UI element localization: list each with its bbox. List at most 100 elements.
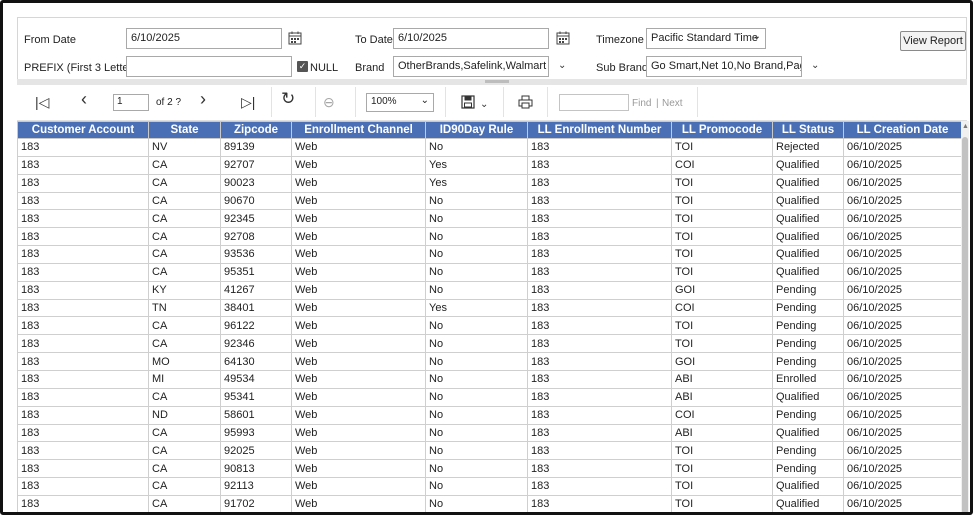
table-cell: Qualified [772, 191, 844, 211]
table-cell: 183 [527, 352, 672, 371]
table-cell: Web [291, 441, 426, 461]
last-page-icon[interactable]: ▷| [241, 94, 255, 110]
scroll-up-icon[interactable]: ▲ [962, 123, 969, 130]
table-cell: 183 [527, 441, 672, 461]
save-icon[interactable] [461, 95, 475, 109]
sub-brand-input[interactable]: Go Smart,Net 10,No Brand,Page P [646, 56, 802, 77]
find-link[interactable]: Find [632, 98, 651, 109]
calendar-icon[interactable] [288, 31, 302, 45]
previous-page-icon[interactable]: ‹ [81, 90, 87, 108]
table-cell: Web [291, 298, 426, 318]
table-cell: No [425, 352, 528, 371]
column-header[interactable]: LL Creation Date [843, 121, 961, 139]
table-cell: 183 [17, 298, 149, 318]
table-cell: TOI [671, 245, 773, 264]
table-cell: Pending [772, 334, 844, 354]
table-row: 183 KY 41267 Web No 183 GOI Pending 06/10/2025 [17, 280, 961, 300]
table-cell: 06/10/2025 [843, 387, 961, 407]
chevron-down-icon[interactable]: ⌄ [480, 97, 488, 113]
table-cell: Yes [425, 155, 528, 175]
table-cell: 183 [527, 191, 672, 211]
view-report-button[interactable]: View Report [900, 31, 966, 51]
table-cell: 92113 [220, 477, 292, 496]
table-cell: 06/10/2025 [843, 405, 961, 425]
table-cell: Pending [772, 280, 844, 300]
table-cell: Pending [772, 405, 844, 425]
first-page-icon[interactable]: |◁ [35, 94, 49, 110]
table-cell: CA [148, 459, 221, 479]
back-icon[interactable]: ⊖ [323, 94, 335, 110]
column-header[interactable]: Enrollment Channel [291, 121, 426, 139]
table-cell: 92025 [220, 441, 292, 461]
find-input[interactable] [559, 94, 629, 111]
table-cell: 90813 [220, 459, 292, 479]
table-cell: 183 [527, 387, 672, 407]
table-cell: Web [291, 405, 426, 425]
table-cell: 06/10/2025 [843, 155, 961, 175]
table-cell: ABI [671, 423, 773, 443]
next-page-icon[interactable]: › [200, 90, 206, 108]
table-cell: Web [291, 369, 426, 389]
table-cell: 06/10/2025 [843, 173, 961, 193]
null-label: NULL [310, 62, 339, 74]
refresh-icon[interactable]: ↻ [281, 90, 295, 107]
column-header[interactable]: LL Promocode [671, 121, 773, 139]
scrollbar-thumb[interactable] [962, 137, 968, 512]
table-cell: 183 [527, 494, 672, 512]
find-next-link[interactable]: Next [662, 98, 683, 109]
table-cell: Pending [772, 441, 844, 461]
table-cell: TOI [671, 494, 773, 512]
table-cell: TOI [671, 227, 773, 247]
splitter-grip-icon[interactable] [485, 80, 509, 83]
table-cell: 95341 [220, 387, 292, 407]
table-cell: 90670 [220, 191, 292, 211]
table-cell: 49534 [220, 369, 292, 389]
table-cell: No [425, 209, 528, 229]
column-header[interactable]: Customer Account [17, 121, 149, 139]
print-icon[interactable] [518, 95, 533, 109]
table-cell: ABI [671, 387, 773, 407]
table-cell: Web [291, 209, 426, 229]
table-cell: 183 [17, 494, 149, 512]
page-number-input[interactable]: 1 [113, 94, 149, 111]
table-cell: CA [148, 209, 221, 229]
column-header[interactable]: State [148, 121, 221, 139]
table-cell: CA [148, 477, 221, 496]
table-cell: 95993 [220, 423, 292, 443]
from-date-input[interactable]: 6/10/2025 [126, 28, 282, 49]
to-date-input[interactable]: 6/10/2025 [393, 28, 549, 49]
chevron-down-icon[interactable]: ⌄ [811, 60, 819, 71]
table-cell: MO [148, 352, 221, 371]
parameters-panel: From Date 6/10/2025 To Date 6/10/2025 Ti… [17, 17, 967, 83]
table-cell: 183 [17, 209, 149, 229]
table-cell: Web [291, 459, 426, 479]
table-cell: 183 [527, 369, 672, 389]
column-header[interactable]: ID90Day Rule [425, 121, 528, 139]
calendar-icon[interactable] [556, 31, 570, 45]
timezone-value: Pacific Standard Time [651, 32, 758, 44]
table-cell: NV [148, 138, 221, 157]
null-checkbox[interactable]: ✓ [297, 61, 308, 72]
table-cell: 183 [17, 138, 149, 157]
table-cell: 183 [17, 352, 149, 371]
chevron-down-icon: ⌄ [420, 95, 429, 106]
table-row: 183 CA 92346 Web No 183 TOI Pending 06/10/2025 [17, 334, 961, 354]
table-cell: 95351 [220, 262, 292, 282]
table-cell: 06/10/2025 [843, 262, 961, 282]
table-cell: Web [291, 227, 426, 247]
zoom-select[interactable]: 100% ⌄ [366, 93, 434, 112]
chevron-down-icon[interactable]: ⌄ [558, 60, 566, 71]
table-cell: No [425, 423, 528, 443]
toolbar-divider [355, 87, 356, 117]
column-header[interactable]: Zipcode [220, 121, 292, 139]
brand-input[interactable]: OtherBrands,Safelink,Walmart [393, 56, 549, 77]
brand-label: Brand [355, 62, 385, 74]
to-date-label: To Date [355, 34, 393, 46]
column-header[interactable]: LL Status [772, 121, 844, 139]
table-cell: Web [291, 316, 426, 336]
column-header[interactable]: LL Enrollment Number [527, 121, 672, 139]
table-cell: 183 [17, 405, 149, 425]
timezone-select[interactable]: Pacific Standard Time ⌄ [646, 28, 766, 49]
table-cell: No [425, 405, 528, 425]
prefix-input[interactable] [126, 56, 292, 77]
